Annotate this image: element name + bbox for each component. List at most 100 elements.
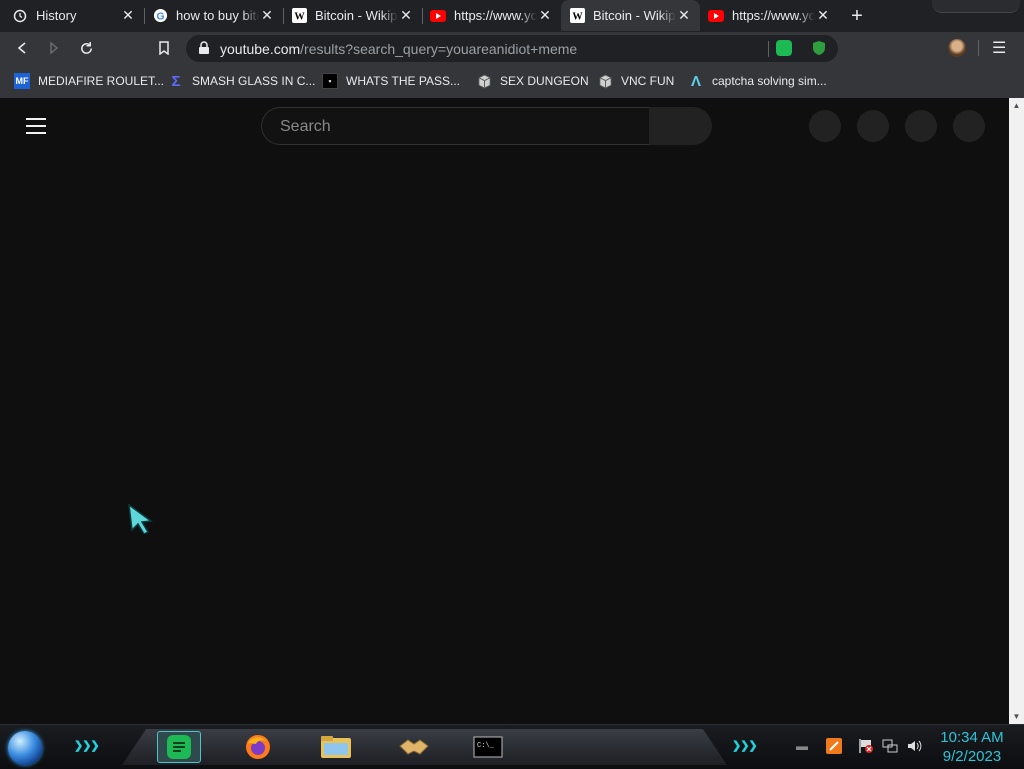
tab-title: Bitcoin - Wikipedia — [315, 8, 398, 23]
close-icon[interactable]: ✕ — [815, 7, 831, 24]
close-icon[interactable]: ✕ — [676, 7, 692, 24]
action-center-flag-icon[interactable] — [858, 738, 874, 757]
tab-youtube-2[interactable]: https://www.youtube.com ✕ — [700, 0, 839, 31]
url-path: /results?search_query=youareanidiot+meme — [300, 41, 578, 57]
reload-button[interactable] — [74, 36, 98, 60]
tray-app-icon[interactable] — [826, 738, 842, 757]
bookmark-label: SEX DUNGEON — [500, 74, 589, 88]
wikipedia-icon: W — [569, 8, 585, 24]
cube-icon — [476, 73, 492, 89]
decorative-chevrons-icon: ❯❯❯ — [74, 740, 100, 752]
bookmark-label: MEDIAFIRE ROULET... — [38, 74, 165, 88]
guide-menu-button[interactable] — [26, 118, 46, 139]
reload-icon — [80, 41, 92, 54]
close-icon[interactable]: ✕ — [537, 7, 553, 24]
url-text[interactable]: youtube.com/results?search_query=youarea… — [220, 41, 577, 57]
bookmark-label: VNC FUN — [621, 74, 675, 88]
header-button-placeholder[interactable] — [953, 110, 985, 142]
spotify-icon — [167, 735, 191, 759]
bookmark-captcha-solving[interactable]: Λ captcha solving sim... — [688, 72, 827, 90]
bookmark-label: captcha solving sim... — [712, 74, 827, 88]
forward-arrow-icon — [50, 41, 59, 55]
lock-icon: ▪ — [322, 73, 338, 89]
google-icon: G — [152, 8, 168, 24]
forward-button[interactable] — [42, 36, 66, 60]
search-box — [261, 107, 649, 146]
bookmark-smash-glass[interactable]: Σ SMASH GLASS IN C... — [168, 72, 315, 90]
new-tab-button[interactable]: + — [846, 5, 868, 27]
green-extension-icon[interactable] — [776, 40, 792, 56]
lock-icon — [198, 41, 210, 60]
browser-menu-icon[interactable]: ☰ — [992, 38, 1006, 58]
terminal-taskbar-button[interactable]: C:\_ — [466, 731, 510, 763]
bookmark-icon — [159, 41, 169, 55]
page-scrollbar[interactable]: ▲ ▼ — [1009, 98, 1024, 724]
youtube-icon — [430, 8, 446, 24]
address-bar[interactable]: youtube.com/results?search_query=youarea… — [186, 35, 838, 62]
svg-text:C:\_: C:\_ — [477, 742, 495, 750]
bookmark-sex-dungeon[interactable]: SEX DUNGEON — [476, 72, 589, 90]
handshake-icon — [399, 739, 429, 755]
wikipedia-icon: W — [291, 8, 307, 24]
divider — [768, 41, 769, 57]
scroll-up-arrow-icon[interactable]: ▲ — [1009, 98, 1024, 113]
network-icon[interactable] — [882, 738, 898, 757]
browser-toolbar: youtube.com/results?search_query=youarea… — [0, 32, 1024, 65]
clock-time: 10:34 AM — [940, 729, 1004, 746]
svg-text:G: G — [156, 11, 164, 22]
handshake-taskbar-button[interactable] — [392, 731, 436, 763]
tray-expand-icon[interactable]: ▬ — [796, 739, 808, 753]
close-icon[interactable]: ✕ — [120, 7, 136, 24]
tab-history[interactable]: History ✕ — [4, 0, 144, 31]
youtube-icon — [708, 8, 724, 24]
volume-icon[interactable] — [906, 738, 922, 757]
clock-date: 9/2/2023 — [942, 748, 1002, 765]
header-button-placeholder[interactable] — [857, 110, 889, 142]
bookmarks-bar: MF MEDIAFIRE ROULET... Σ SMASH GLASS IN … — [0, 65, 1024, 98]
sigma-icon: Σ — [171, 72, 181, 90]
close-icon[interactable]: ✕ — [398, 7, 414, 24]
tab-google-search[interactable]: G how to buy bitcoin ✕ — [144, 0, 283, 31]
file-explorer-icon — [321, 736, 351, 758]
divider — [978, 40, 979, 56]
firefox-taskbar-button[interactable] — [236, 731, 280, 763]
start-orb-button[interactable] — [8, 731, 42, 765]
tab-title: Bitcoin - Wikipedia — [593, 8, 676, 23]
close-icon[interactable]: ✕ — [259, 7, 275, 24]
spotify-taskbar-button[interactable] — [157, 731, 201, 763]
window-frame-decoration — [932, 0, 1020, 13]
tab-strip: History ✕ G how to buy bitcoin ✕ W Bitco… — [0, 0, 1024, 32]
bookmark-mediafire-roulette[interactable]: MF MEDIAFIRE ROULET... — [14, 72, 164, 90]
tab-wikipedia-2-active[interactable]: W Bitcoin - Wikipedia ✕ — [561, 0, 700, 31]
history-icon — [12, 8, 28, 24]
svg-text:W: W — [294, 12, 305, 23]
bookmark-whats-the-pass[interactable]: ▪ WHATS THE PASS... — [322, 72, 460, 90]
cube-icon — [597, 73, 613, 89]
file-explorer-taskbar-button[interactable] — [314, 731, 358, 763]
terminal-icon: C:\_ — [473, 736, 503, 758]
shield-extension-icon[interactable] — [812, 40, 826, 56]
decorative-chevrons-icon: ❯❯❯ — [732, 740, 758, 752]
system-clock[interactable]: 10:34 AM 9/2/2023 — [934, 728, 1010, 766]
tab-youtube-1[interactable]: https://www.youtube.com ✕ — [422, 0, 561, 31]
header-button-placeholder[interactable] — [905, 110, 937, 142]
youtube-page — [0, 98, 1009, 724]
back-arrow-icon — [17, 42, 26, 54]
profile-avatar[interactable] — [948, 39, 966, 57]
scroll-down-arrow-icon[interactable]: ▼ — [1009, 709, 1024, 724]
tab-title: https://www.youtube.com — [454, 8, 537, 23]
bookmark-label: SMASH GLASS IN C... — [192, 74, 316, 88]
bookmark-label: WHATS THE PASS... — [346, 74, 461, 88]
bookmark-vnc-fun[interactable]: VNC FUN — [597, 72, 674, 90]
back-button[interactable] — [10, 36, 34, 60]
tab-title: how to buy bitcoin — [176, 8, 259, 23]
tab-wikipedia-1[interactable]: W Bitcoin - Wikipedia ✕ — [283, 0, 422, 31]
firefox-icon — [246, 735, 270, 759]
search-button[interactable] — [649, 107, 712, 145]
bookmark-button[interactable] — [152, 36, 176, 60]
search-input[interactable] — [278, 108, 642, 146]
tab-title: History — [36, 8, 77, 23]
header-button-placeholder[interactable] — [809, 110, 841, 142]
taskbar: ❯❯❯ C:\_ ❯❯❯ ▬ 10:34 AM 9/2/2023 — [0, 724, 1024, 769]
url-host: youtube.com — [220, 41, 301, 57]
